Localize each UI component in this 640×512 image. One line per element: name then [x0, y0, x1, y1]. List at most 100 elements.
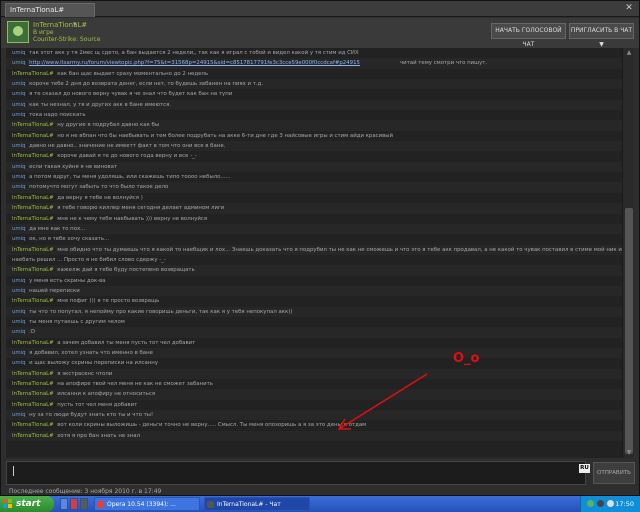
message-author[interactable]: InTernaTionaL#	[12, 216, 54, 222]
message-author[interactable]: umiq	[12, 288, 26, 294]
quicklaunch-desktop-icon[interactable]	[60, 498, 68, 510]
message-author[interactable]: umiq	[12, 309, 26, 315]
message-text: ты меня путаешь с другим челом	[29, 318, 125, 325]
network-icon[interactable]	[587, 500, 594, 507]
message-author[interactable]: umiq	[12, 60, 26, 66]
taskbar-task[interactable]: Opera 10.54 (3394): ...	[94, 497, 200, 511]
chat-message: umiq: как ты незнал, у тя и других акк в…	[6, 99, 622, 111]
message-text: как ты незнал, у тя и других акк в бане …	[29, 101, 172, 108]
message-author[interactable]: InTernaTionaL#	[12, 422, 54, 428]
message-author[interactable]: umiq	[12, 184, 26, 190]
chat-message: umiq: нашей переписки	[6, 285, 622, 297]
message-text: кажелж дай я тебе буду постепено возвращ…	[57, 267, 195, 274]
quicklaunch-opera-icon[interactable]	[70, 498, 78, 510]
start-voice-chat-button[interactable]: НАЧАТЬ ГОЛОСОВОЙ ЧАТ	[491, 23, 566, 48]
message-author[interactable]: umiq	[12, 226, 26, 232]
message-author[interactable]: umiq	[12, 412, 26, 418]
message-author[interactable]: umiq	[12, 236, 26, 242]
message-author[interactable]: InTernaTionaL#	[12, 195, 54, 201]
message-author[interactable]: umiq	[12, 319, 26, 325]
message-author[interactable]: InTernaTionaL#	[12, 433, 54, 439]
message-text: пусть тот чел меня добавит	[57, 401, 138, 408]
chat-message: InTernaTionaL#: ну другие я подрубал дав…	[6, 120, 622, 131]
message-author[interactable]: InTernaTionaL#	[12, 205, 54, 211]
annotation-arrow-icon	[337, 373, 428, 430]
message-text: :D	[29, 329, 36, 336]
chat-message: umiq: так этот акк у тя 2мес щ сдето, а …	[12, 50, 359, 56]
friend-game: Counter-Strike: Source	[33, 36, 101, 43]
volume-icon[interactable]	[607, 500, 614, 507]
message-author[interactable]: umiq	[12, 81, 26, 87]
start-button[interactable]: start	[0, 496, 54, 512]
message-text: я те сказал до нового верну чувак я че з…	[29, 91, 233, 98]
chat-message: umiq: а потом вдруг, ты меня удоляшь, ил…	[12, 174, 231, 181]
invite-to-chat-button[interactable]: ПРИГЛАСИТЬ В ЧАТ ▼	[569, 23, 634, 48]
message-author[interactable]: InTernaTionaL#	[12, 298, 54, 304]
tab-chat[interactable]: InTernaTionaL#	[5, 3, 95, 17]
chat-message: umiq: потомучто могут забыть то что было…	[6, 182, 622, 193]
message-author[interactable]: InTernaTionaL#	[12, 391, 54, 397]
message-author[interactable]: umiq	[12, 112, 26, 118]
message-author[interactable]: InTernaTionaL#	[12, 122, 54, 128]
chat-message: InTernaTionaL#: мне обидно что ты думаеш…	[6, 244, 622, 255]
chat-message: InTernaTionaL#: короче давай я те до нов…	[12, 153, 197, 160]
message-author[interactable]: umiq	[12, 143, 26, 149]
message-text: но я не вбпан что бы наебывать и тем бол…	[57, 132, 394, 139]
message-author[interactable]: InTernaTionaL#	[12, 71, 54, 77]
message-text: нашей переписки	[29, 287, 80, 294]
close-icon[interactable]: ✕	[623, 3, 635, 14]
chat-message: umiq: короче тебе 2 дня до возврата дене…	[6, 79, 622, 90]
message-author[interactable]: umiq	[12, 278, 26, 284]
chat-message: InTernaTionaL#: я экстрасенс чтоли	[6, 368, 622, 379]
message-author[interactable]: umiq	[12, 50, 26, 56]
message-link[interactable]: http://www.ltsarmy.ru/forum/viewtopic.ph…	[29, 60, 360, 66]
message-author[interactable]: InTernaTionaL#	[12, 247, 54, 253]
scroll-thumb[interactable]	[625, 208, 633, 454]
scroll-up-icon[interactable]: ▲	[623, 48, 635, 58]
message-text: ну за то люди будут знать кто ты и что т…	[29, 412, 154, 419]
message-text: ну другие я подрубал давно как бы	[57, 122, 160, 129]
message-author[interactable]: umiq	[12, 350, 26, 356]
clock: 17:50	[615, 500, 634, 508]
message-text: мне не к чему тебя наебывать ))) верну н…	[57, 215, 208, 222]
annotation-text: O_o	[453, 351, 480, 366]
message-text: я добавил, хотел узнать что именно в бан…	[29, 349, 153, 356]
quicklaunch-steam-icon[interactable]	[80, 498, 88, 510]
chat-message: umiq: тока надо поискать	[12, 112, 86, 119]
send-button[interactable]: ОТПРАВИТЬ	[593, 462, 635, 484]
message-input[interactable]	[6, 461, 586, 485]
message-author[interactable]: umiq	[12, 102, 26, 108]
chat-message: InTernaTionaL#: как бан щас выдает сразу…	[12, 70, 209, 77]
message-text: короче давай я те до нового года верну и…	[57, 153, 197, 160]
message-author[interactable]: InTernaTionaL#	[12, 133, 54, 139]
chat-message: umiq: я добавил, хотел узнать что именно…	[6, 347, 622, 359]
message-text: читай тему смотри что пишут.	[399, 60, 488, 67]
message-author[interactable]: InTernaTionaL#	[12, 340, 54, 346]
message-author[interactable]: InTernaTionaL#	[12, 381, 54, 387]
message-author[interactable]: umiq	[12, 329, 26, 335]
taskbar-task-label: InTernaTionaL# - Чат	[217, 501, 281, 508]
chat-message: InTernaTionaL#: мне не к чему тебя наебы…	[12, 215, 208, 222]
message-author[interactable]: umiq	[12, 360, 26, 366]
chevron-down-icon[interactable]: ▾	[73, 20, 77, 28]
message-author[interactable]: umiq	[12, 164, 26, 170]
avatar[interactable]	[7, 21, 29, 43]
steam-tray-icon[interactable]	[597, 500, 604, 507]
message-text: у меня есть скрины док-ва	[29, 277, 106, 284]
message-text: как бан щас выдает сразу моментально до …	[57, 70, 209, 77]
message-author[interactable]: InTernaTionaL#	[12, 153, 54, 159]
friend-status: В игре	[33, 29, 54, 36]
message-author[interactable]: umiq	[12, 91, 26, 97]
message-author[interactable]: InTernaTionaL#	[12, 402, 54, 408]
chat-window: InTernaTionaL# ✕ InTernaTionaL# ▾ В игре…	[0, 0, 640, 496]
chat-message: InTernaTionaL#: хотя я про бан знать не …	[6, 430, 622, 442]
message-text: мне обидно что ты думаешь что я какой то…	[57, 246, 622, 253]
taskbar-task[interactable]: InTernaTionaL# - Чат	[204, 497, 310, 511]
message-author[interactable]: InTernaTionaL#	[12, 371, 54, 377]
message-author[interactable]: InTernaTionaL#	[12, 267, 54, 273]
message-text: ты что то попутал, я непойму про какие г…	[29, 308, 293, 315]
chat-message: InTernaTionaL#: пусть тот чел меня добав…	[12, 401, 138, 408]
scroll-down-icon[interactable]: ▼	[623, 448, 635, 458]
message-author[interactable]: umiq	[12, 174, 26, 180]
chat-scrollbar[interactable]: ▲ ▼	[622, 48, 634, 458]
